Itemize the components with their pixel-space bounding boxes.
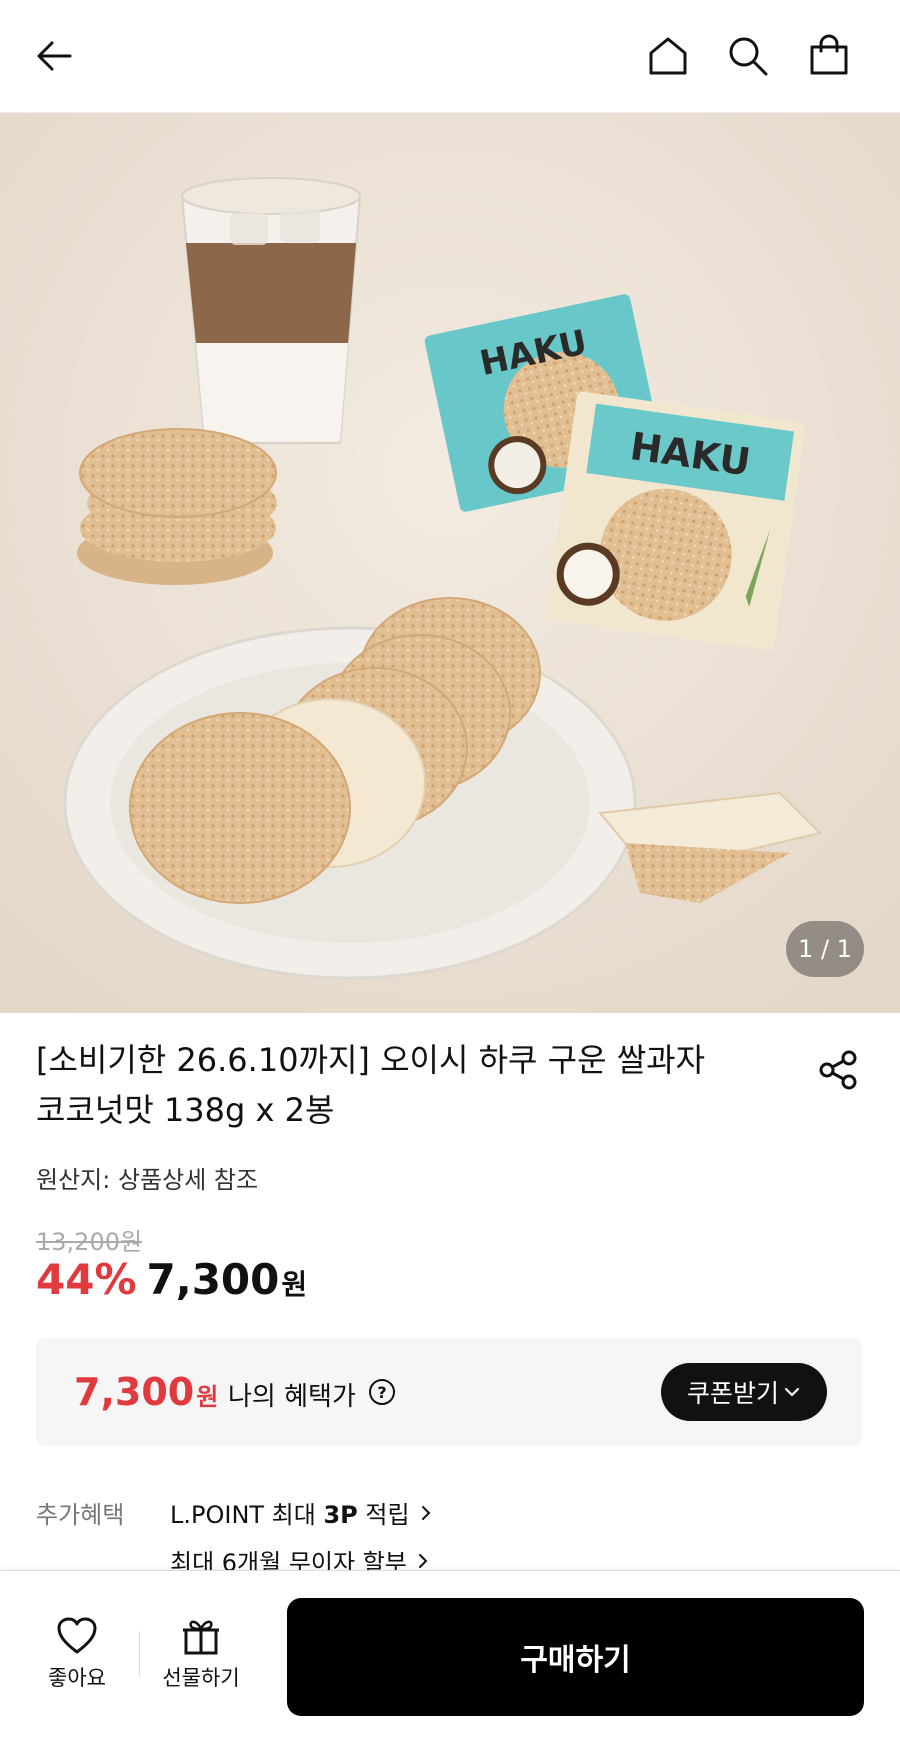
top-app-bar xyxy=(0,0,900,113)
arrow-left-icon xyxy=(37,41,72,71)
like-button[interactable]: 좋아요 xyxy=(22,1616,132,1692)
heart-icon xyxy=(57,1617,97,1654)
chevron-down-icon xyxy=(784,1387,800,1397)
discount-rate: 44% xyxy=(36,1255,137,1304)
product-title-line1: [소비기한 26.6.10까지] 오이시 하쿠 구운 쌀과자 xyxy=(36,1041,706,1079)
gift-button[interactable]: 선물하기 xyxy=(146,1616,256,1692)
image-counter: 1 / 1 xyxy=(786,921,864,977)
home-icon xyxy=(649,37,687,75)
product-title: [소비기한 26.6.10까지] 오이시 하쿠 구운 쌀과자 코코넛맛 138g… xyxy=(36,1035,776,1135)
product-title-line2: 코코넛맛 138g x 2봉 xyxy=(36,1091,335,1129)
origin-info: 원산지: 상품상세 참조 xyxy=(36,1166,259,1194)
price-unit: 원 xyxy=(281,1268,308,1301)
gift-icon xyxy=(183,1620,219,1655)
haku-package-cream: HAKU xyxy=(546,391,805,650)
search-button[interactable] xyxy=(720,28,776,84)
divider xyxy=(139,1631,140,1677)
like-label: 좋아요 xyxy=(48,1666,106,1690)
svg-text:?: ? xyxy=(377,1383,386,1402)
stacked-rice-crackers xyxy=(77,428,277,585)
back-button[interactable] xyxy=(26,28,82,84)
lpoint-benefit-link[interactable]: L.POINT 최대 3P 적립 xyxy=(170,1495,434,1530)
shopping-bag-icon xyxy=(810,34,848,75)
sale-price: 7,300 xyxy=(146,1255,280,1304)
gift-label: 선물하기 xyxy=(162,1666,240,1690)
home-button[interactable] xyxy=(640,28,696,84)
chevron-right-icon xyxy=(421,1505,430,1520)
bottom-action-bar: 좋아요 선물하기 구매하기 xyxy=(0,1570,900,1742)
benefit-price-value: 7,300 xyxy=(74,1370,195,1414)
share-icon xyxy=(819,1050,857,1090)
lpoint-benefit-text: L.POINT 최대 3P 적립 xyxy=(170,1501,410,1529)
iced-latte-glass xyxy=(180,177,362,444)
product-image-gallery[interactable]: HAKU HAKU 1 / 1 xyxy=(0,113,900,1013)
extra-benefit-label: 추가혜택 xyxy=(36,1501,125,1529)
benefit-price-unit: 원 xyxy=(196,1383,219,1411)
search-icon xyxy=(729,37,768,76)
benefit-price-label: 나의 혜택가 xyxy=(228,1382,356,1412)
product-photo: HAKU HAKU xyxy=(0,113,900,1013)
price-row: 44% 7,300 원 xyxy=(36,1255,307,1315)
benefit-price-box: 7,300 원 나의 혜택가 ? 쿠폰받기 xyxy=(36,1338,862,1446)
share-button[interactable] xyxy=(810,1042,866,1098)
cart-button[interactable] xyxy=(801,28,857,84)
coupon-button-label: 쿠폰받기 xyxy=(686,1379,779,1408)
benefit-price: 7,300 원 xyxy=(74,1370,218,1414)
original-price: 13,200원 xyxy=(36,1228,143,1256)
chevron-right-icon xyxy=(418,1553,428,1568)
coupon-button[interactable]: 쿠폰받기 xyxy=(661,1363,827,1421)
question-circle-icon[interactable]: ? xyxy=(368,1378,396,1406)
buy-button[interactable]: 구매하기 xyxy=(287,1598,864,1716)
